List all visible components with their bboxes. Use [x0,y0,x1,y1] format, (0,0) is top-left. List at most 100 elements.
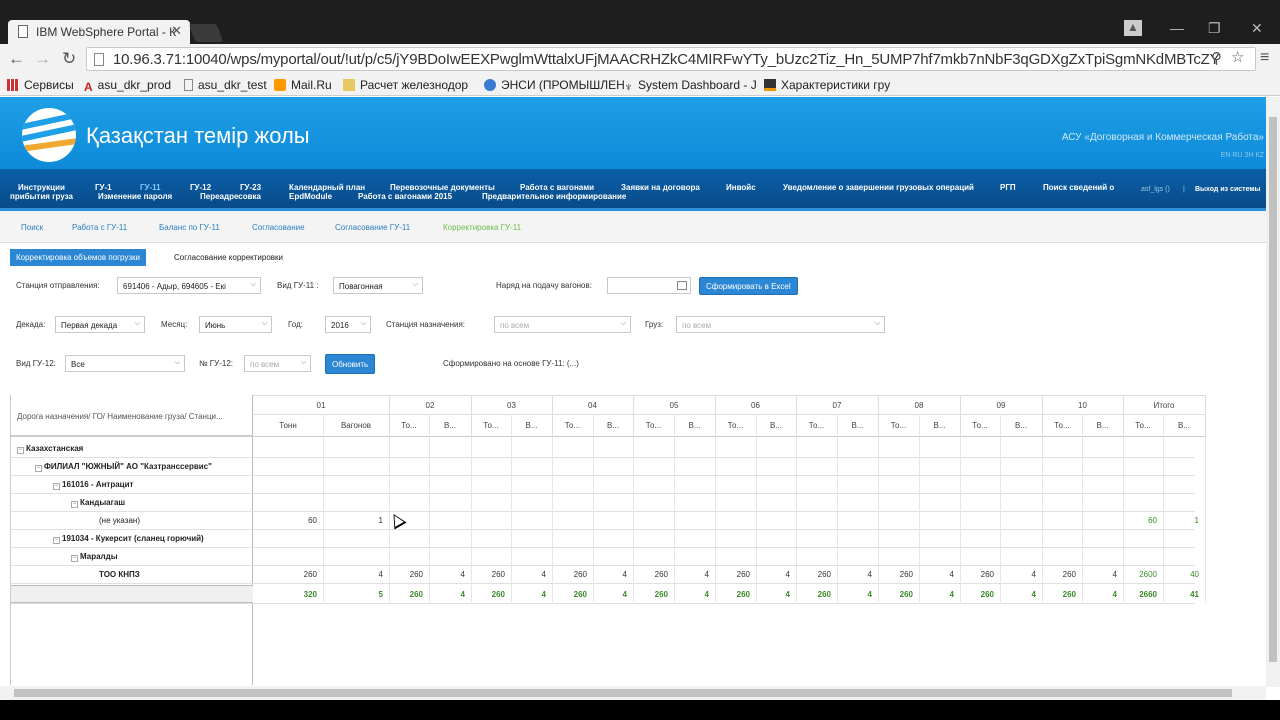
vid-gu11-select[interactable]: Повагонная ⌵ [333,277,423,294]
browser-tab[interactable]: IBM WebSphere Portal - К ✕ [8,20,190,44]
vid-gu12-label: Вид ГУ-12: [16,359,56,368]
nav-search-info[interactable]: Поиск сведений о [1043,183,1114,192]
tab-load-correction[interactable]: Корректировка объемов погрузки [10,249,147,266]
bookmark-system-dashboard[interactable]: ♆ System Dashboard - J [624,78,757,94]
tree-row[interactable]: (не указан) [89,516,140,525]
station-select[interactable]: 691406 - Адыр, 694605 - Екі ⌵ [117,277,261,294]
collapse-icon[interactable]: − [71,501,78,508]
collapse-icon[interactable]: − [17,447,24,454]
bookmark-label: Mail.Ru [291,78,332,92]
bookmark-services[interactable]: Сервисы [7,78,74,92]
sub-divider [1000,414,1001,436]
total-value: 4 [704,590,709,599]
scroll-thumb[interactable] [14,689,1232,697]
forward-icon[interactable]: → [34,49,51,69]
search-icon[interactable]: ⚲ [1211,49,1222,67]
vid-gu12-select[interactable]: Все ⌵ [65,355,185,372]
bookmark-asu-dkr-prod[interactable]: Aasu_dkr_prod [84,78,171,94]
address-bar[interactable]: 10.96.3.71:10040/wps/myportal/out/!ut/p/… [86,47,1256,71]
tree-row[interactable]: ТОО КНПЗ [89,570,140,579]
nav-wagons-2015[interactable]: Работа с вагонами 2015 [358,192,452,201]
calendar-icon[interactable] [677,281,687,290]
close-tab-icon[interactable]: ✕ [171,23,182,39]
nav-cargo-completion[interactable]: Уведомление о завершении грузовых операц… [783,183,974,192]
corner-header: Дорога назначения/ ГО/ Наименование груз… [17,412,223,421]
collapse-icon[interactable]: − [53,483,60,490]
nav-transport-docs[interactable]: Перевозочные документы [390,183,495,192]
sub-divider [837,414,838,436]
subnav-correction-gu11[interactable]: Корректировка ГУ-11 [443,223,521,232]
nav-username[interactable]: asf_lgs () [1141,185,1170,194]
total-value: 260 [491,590,505,599]
tree-row[interactable]: − Маралды [71,552,118,562]
subnav-approval-gu11[interactable]: Согласование ГУ-11 [335,223,410,232]
close-window-icon[interactable]: ✕ [1251,20,1263,37]
refresh-button[interactable]: Обновить [325,354,376,374]
subnav-balance-gu11[interactable]: Баланс по ГУ-11 [159,223,220,232]
excel-button[interactable]: Сформировать в Excel [699,277,798,295]
horizontal-scrollbar[interactable] [0,686,1266,700]
tree-row[interactable]: − ФИЛИАЛ "ЮЖНЫЙ" АО "Казтранссервис" [35,462,212,472]
nav-gu11[interactable]: ГУ-11 [140,183,161,192]
subnav-work-gu11[interactable]: Работа с ГУ-11 [72,223,127,232]
nav-label: прибытия груза [10,192,73,201]
num-gu12-value: по всем [250,360,280,369]
vertical-scrollbar[interactable] [1266,97,1280,687]
nav-gu12[interactable]: ГУ-12 [190,183,211,192]
nav-instructions[interactable]: Инструкции прибытия груза [10,183,73,201]
bookmark-mailru[interactable]: Mail.Ru [274,78,332,92]
nav-rgp[interactable]: РГП [1000,183,1016,192]
bookmark-asu-dkr-test[interactable]: asu_dkr_test [184,78,267,92]
back-icon[interactable]: ← [8,49,25,69]
month-select[interactable]: Июнь ⌵ [199,316,272,333]
num-gu12-select[interactable]: по всем ⌵ [244,355,311,372]
tree-row[interactable]: −191034 - Кукерсит (сланец горючий) [53,534,204,544]
nav-wagons[interactable]: Работа с вагонами [520,183,594,192]
bookmark-rail-calc[interactable]: Расчет железнодор [343,78,468,92]
nav-gu1[interactable]: ГУ-1 [95,183,112,192]
nav-invoice[interactable]: Инвойс [726,183,756,192]
month-value: Июнь [205,321,226,330]
collapse-icon[interactable]: − [35,465,42,472]
collapse-icon[interactable]: − [71,555,78,562]
tree-row[interactable]: − Кандыагаш [71,498,125,508]
minimize-icon[interactable]: — [1170,20,1184,36]
tree-row[interactable]: −161016 - Антрацит [53,480,133,490]
subnav-search[interactable]: Поиск [21,223,43,232]
cargo-select[interactable]: по всем ⌵ [676,316,885,333]
nav-change-password[interactable]: Изменение пароля [98,192,172,201]
nav-logout[interactable]: Выход из системы [1195,185,1261,194]
dekada-select[interactable]: Первая декада ⌵ [55,316,145,333]
star-icon[interactable]: ☆ [1231,48,1244,66]
nav-contract-requests[interactable]: Заявки на договора [621,183,700,192]
dest-station-select[interactable]: по всем ⌵ [494,316,631,333]
bookmark-ensi[interactable]: ЭНСИ (ПРОМЫШЛЕН [484,78,625,92]
tree-row[interactable]: − Казахстанская [17,444,83,454]
scroll-thumb[interactable] [1269,117,1277,662]
collapse-icon[interactable]: − [53,537,60,544]
user-icon[interactable]: ▲ [1124,20,1142,36]
chevron-down-icon: ⌵ [261,320,267,327]
subnav-approval[interactable]: Согласование [252,223,305,232]
language-links[interactable]: ЕN RU ЗН КZ [1221,152,1264,159]
cell-value: 4 [1031,570,1036,579]
sub-header: В... [1096,421,1109,430]
vid-gu11-label: Вид ГУ-11 : [277,281,319,290]
nav-calendar-plan[interactable]: Календарный план EpdModule [289,183,365,201]
reload-icon[interactable]: ↻ [62,49,76,69]
bookmark-cargo-char[interactable]: Характеристики гру [764,78,890,92]
menu-icon[interactable]: ≡ [1260,49,1269,67]
page-icon [184,79,193,91]
total-value: 260 [817,590,831,599]
restore-icon[interactable]: ❐ [1208,20,1221,37]
main-nav: Инструкции прибытия груза ГУ-1 Изменение … [0,169,1266,211]
naryad-date-input[interactable] [607,277,691,294]
nav-readdress[interactable]: Переадресовка [200,192,261,201]
tab-correction-approval[interactable]: Согласование корректировки [168,249,289,266]
nav-gu23[interactable]: ГУ-23 [240,183,261,192]
nav-prelim-info[interactable]: Предварительное информирование [482,192,626,201]
year-select[interactable]: 2016 ⌵ [325,316,371,333]
new-tab-button[interactable] [188,24,224,42]
tree-label: 161016 - Антрацит [62,480,134,489]
nav-label: Календарный план [289,183,366,192]
